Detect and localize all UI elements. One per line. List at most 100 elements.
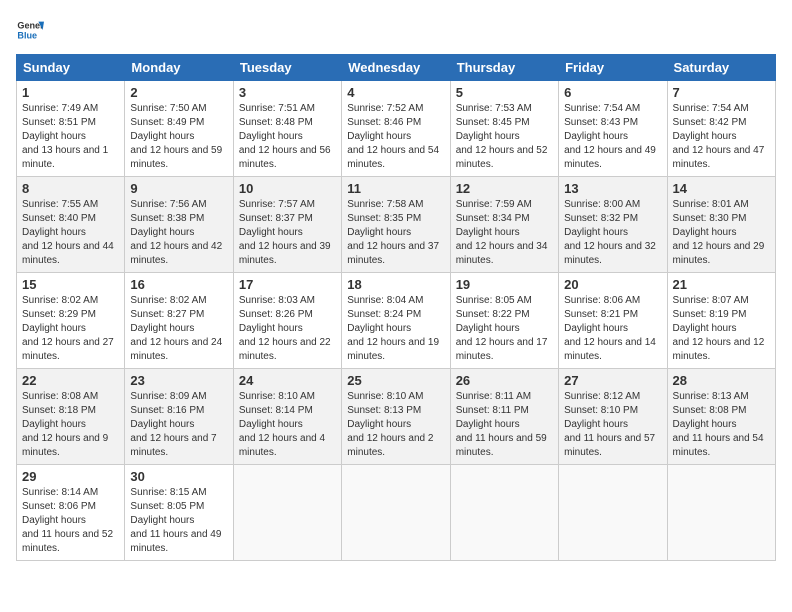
weekday-header-tuesday: Tuesday xyxy=(233,55,341,81)
page-header: General Blue xyxy=(16,16,776,44)
calendar-cell: 11 Sunrise: 7:58 AM Sunset: 8:35 PM Dayl… xyxy=(342,177,450,273)
day-number: 23 xyxy=(130,373,227,388)
day-number: 11 xyxy=(347,181,444,196)
day-info: Sunrise: 7:54 AM Sunset: 8:42 PM Dayligh… xyxy=(673,102,770,172)
calendar-cell: 22 Sunrise: 8:08 AM Sunset: 8:18 PM Dayl… xyxy=(17,369,125,465)
weekday-header-saturday: Saturday xyxy=(667,55,775,81)
day-number: 12 xyxy=(456,181,553,196)
weekday-header-row: SundayMondayTuesdayWednesdayThursdayFrid… xyxy=(17,55,776,81)
day-number: 28 xyxy=(673,373,770,388)
day-info: Sunrise: 8:02 AM Sunset: 8:27 PM Dayligh… xyxy=(130,294,227,364)
day-info: Sunrise: 8:01 AM Sunset: 8:30 PM Dayligh… xyxy=(673,198,770,268)
calendar-cell: 23 Sunrise: 8:09 AM Sunset: 8:16 PM Dayl… xyxy=(125,369,233,465)
calendar-cell xyxy=(233,465,341,561)
day-number: 25 xyxy=(347,373,444,388)
day-number: 29 xyxy=(22,469,119,484)
day-info: Sunrise: 8:06 AM Sunset: 8:21 PM Dayligh… xyxy=(564,294,661,364)
weekday-header-wednesday: Wednesday xyxy=(342,55,450,81)
day-number: 9 xyxy=(130,181,227,196)
day-number: 2 xyxy=(130,85,227,100)
calendar-cell: 18 Sunrise: 8:04 AM Sunset: 8:24 PM Dayl… xyxy=(342,273,450,369)
day-info: Sunrise: 7:53 AM Sunset: 8:45 PM Dayligh… xyxy=(456,102,553,172)
weekday-header-sunday: Sunday xyxy=(17,55,125,81)
calendar-table: SundayMondayTuesdayWednesdayThursdayFrid… xyxy=(16,54,776,561)
day-info: Sunrise: 8:08 AM Sunset: 8:18 PM Dayligh… xyxy=(22,390,119,460)
calendar-cell: 5 Sunrise: 7:53 AM Sunset: 8:45 PM Dayli… xyxy=(450,81,558,177)
day-info: Sunrise: 8:04 AM Sunset: 8:24 PM Dayligh… xyxy=(347,294,444,364)
weekday-header-thursday: Thursday xyxy=(450,55,558,81)
day-info: Sunrise: 8:03 AM Sunset: 8:26 PM Dayligh… xyxy=(239,294,336,364)
weekday-header-monday: Monday xyxy=(125,55,233,81)
day-number: 5 xyxy=(456,85,553,100)
day-info: Sunrise: 8:10 AM Sunset: 8:14 PM Dayligh… xyxy=(239,390,336,460)
day-info: Sunrise: 7:56 AM Sunset: 8:38 PM Dayligh… xyxy=(130,198,227,268)
day-info: Sunrise: 7:54 AM Sunset: 8:43 PM Dayligh… xyxy=(564,102,661,172)
day-number: 7 xyxy=(673,85,770,100)
calendar-week-row: 8 Sunrise: 7:55 AM Sunset: 8:40 PM Dayli… xyxy=(17,177,776,273)
day-info: Sunrise: 8:05 AM Sunset: 8:22 PM Dayligh… xyxy=(456,294,553,364)
calendar-cell: 21 Sunrise: 8:07 AM Sunset: 8:19 PM Dayl… xyxy=(667,273,775,369)
calendar-cell: 14 Sunrise: 8:01 AM Sunset: 8:30 PM Dayl… xyxy=(667,177,775,273)
day-number: 18 xyxy=(347,277,444,292)
day-info: Sunrise: 8:15 AM Sunset: 8:05 PM Dayligh… xyxy=(130,486,227,556)
day-info: Sunrise: 7:50 AM Sunset: 8:49 PM Dayligh… xyxy=(130,102,227,172)
day-number: 27 xyxy=(564,373,661,388)
day-number: 1 xyxy=(22,85,119,100)
calendar-cell: 17 Sunrise: 8:03 AM Sunset: 8:26 PM Dayl… xyxy=(233,273,341,369)
calendar-cell: 6 Sunrise: 7:54 AM Sunset: 8:43 PM Dayli… xyxy=(559,81,667,177)
day-info: Sunrise: 8:09 AM Sunset: 8:16 PM Dayligh… xyxy=(130,390,227,460)
svg-text:Blue: Blue xyxy=(17,30,37,40)
calendar-week-row: 1 Sunrise: 7:49 AM Sunset: 8:51 PM Dayli… xyxy=(17,81,776,177)
calendar-cell: 25 Sunrise: 8:10 AM Sunset: 8:13 PM Dayl… xyxy=(342,369,450,465)
day-info: Sunrise: 7:59 AM Sunset: 8:34 PM Dayligh… xyxy=(456,198,553,268)
day-info: Sunrise: 7:49 AM Sunset: 8:51 PM Dayligh… xyxy=(22,102,119,172)
day-info: Sunrise: 8:00 AM Sunset: 8:32 PM Dayligh… xyxy=(564,198,661,268)
day-info: Sunrise: 8:02 AM Sunset: 8:29 PM Dayligh… xyxy=(22,294,119,364)
calendar-week-row: 15 Sunrise: 8:02 AM Sunset: 8:29 PM Dayl… xyxy=(17,273,776,369)
calendar-cell xyxy=(450,465,558,561)
day-number: 13 xyxy=(564,181,661,196)
calendar-cell xyxy=(342,465,450,561)
day-number: 22 xyxy=(22,373,119,388)
logo: General Blue xyxy=(16,16,48,44)
calendar-cell: 1 Sunrise: 7:49 AM Sunset: 8:51 PM Dayli… xyxy=(17,81,125,177)
calendar-cell: 19 Sunrise: 8:05 AM Sunset: 8:22 PM Dayl… xyxy=(450,273,558,369)
day-info: Sunrise: 8:11 AM Sunset: 8:11 PM Dayligh… xyxy=(456,390,553,460)
weekday-header-friday: Friday xyxy=(559,55,667,81)
calendar-cell: 12 Sunrise: 7:59 AM Sunset: 8:34 PM Dayl… xyxy=(450,177,558,273)
day-info: Sunrise: 7:55 AM Sunset: 8:40 PM Dayligh… xyxy=(22,198,119,268)
calendar-cell xyxy=(667,465,775,561)
calendar-cell: 28 Sunrise: 8:13 AM Sunset: 8:08 PM Dayl… xyxy=(667,369,775,465)
day-info: Sunrise: 8:10 AM Sunset: 8:13 PM Dayligh… xyxy=(347,390,444,460)
day-info: Sunrise: 7:51 AM Sunset: 8:48 PM Dayligh… xyxy=(239,102,336,172)
calendar-cell: 10 Sunrise: 7:57 AM Sunset: 8:37 PM Dayl… xyxy=(233,177,341,273)
day-info: Sunrise: 7:58 AM Sunset: 8:35 PM Dayligh… xyxy=(347,198,444,268)
calendar-cell: 4 Sunrise: 7:52 AM Sunset: 8:46 PM Dayli… xyxy=(342,81,450,177)
calendar-cell: 20 Sunrise: 8:06 AM Sunset: 8:21 PM Dayl… xyxy=(559,273,667,369)
calendar-cell: 13 Sunrise: 8:00 AM Sunset: 8:32 PM Dayl… xyxy=(559,177,667,273)
day-number: 14 xyxy=(673,181,770,196)
calendar-cell: 26 Sunrise: 8:11 AM Sunset: 8:11 PM Dayl… xyxy=(450,369,558,465)
calendar-week-row: 22 Sunrise: 8:08 AM Sunset: 8:18 PM Dayl… xyxy=(17,369,776,465)
day-info: Sunrise: 8:07 AM Sunset: 8:19 PM Dayligh… xyxy=(673,294,770,364)
day-number: 4 xyxy=(347,85,444,100)
calendar-cell: 16 Sunrise: 8:02 AM Sunset: 8:27 PM Dayl… xyxy=(125,273,233,369)
day-number: 20 xyxy=(564,277,661,292)
calendar-cell: 15 Sunrise: 8:02 AM Sunset: 8:29 PM Dayl… xyxy=(17,273,125,369)
logo-icon: General Blue xyxy=(16,16,44,44)
day-number: 3 xyxy=(239,85,336,100)
day-info: Sunrise: 8:12 AM Sunset: 8:10 PM Dayligh… xyxy=(564,390,661,460)
calendar-cell: 7 Sunrise: 7:54 AM Sunset: 8:42 PM Dayli… xyxy=(667,81,775,177)
day-info: Sunrise: 8:14 AM Sunset: 8:06 PM Dayligh… xyxy=(22,486,119,556)
calendar-cell: 29 Sunrise: 8:14 AM Sunset: 8:06 PM Dayl… xyxy=(17,465,125,561)
day-number: 10 xyxy=(239,181,336,196)
day-number: 30 xyxy=(130,469,227,484)
day-number: 26 xyxy=(456,373,553,388)
day-info: Sunrise: 7:52 AM Sunset: 8:46 PM Dayligh… xyxy=(347,102,444,172)
calendar-cell: 3 Sunrise: 7:51 AM Sunset: 8:48 PM Dayli… xyxy=(233,81,341,177)
calendar-cell xyxy=(559,465,667,561)
day-number: 17 xyxy=(239,277,336,292)
calendar-cell: 2 Sunrise: 7:50 AM Sunset: 8:49 PM Dayli… xyxy=(125,81,233,177)
calendar-cell: 30 Sunrise: 8:15 AM Sunset: 8:05 PM Dayl… xyxy=(125,465,233,561)
calendar-cell: 8 Sunrise: 7:55 AM Sunset: 8:40 PM Dayli… xyxy=(17,177,125,273)
